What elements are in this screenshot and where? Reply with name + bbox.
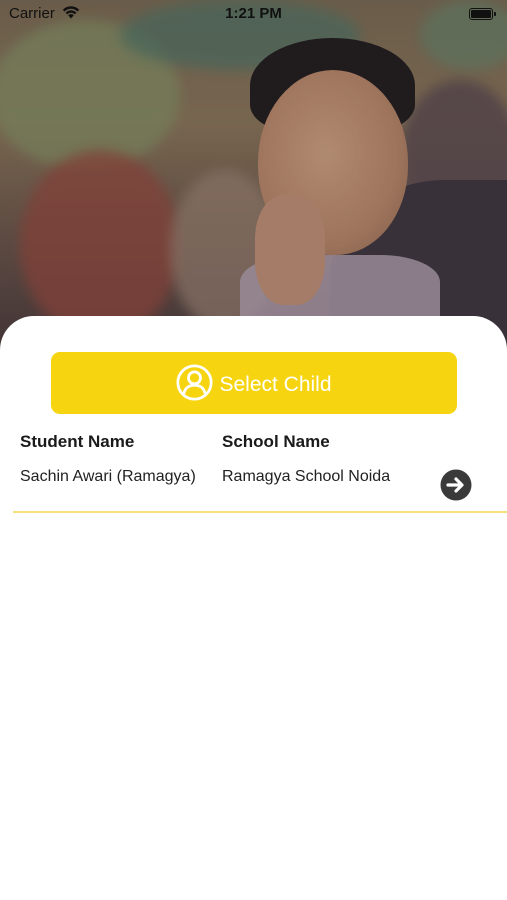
student-name-cell: Sachin Awari (Ramagya) — [20, 468, 196, 485]
child-selection-card: Select Child Student Name School Name Sa… — [0, 316, 507, 900]
select-child-button[interactable]: Select Child — [51, 352, 457, 414]
clock: 1:21 PM — [225, 5, 282, 22]
school-name-cell: Ramagya School Noida — [222, 468, 391, 485]
hero-photo — [0, 0, 507, 350]
student-name-header: Student Name — [20, 432, 135, 451]
school-name-header: School Name — [222, 432, 330, 451]
select-child-label: Select Child — [219, 372, 332, 396]
status-bar: Carrier 1:21 PM — [0, 0, 507, 28]
table-row[interactable]: Sachin Awari (Ramagya) Ramagya School No… — [13, 456, 507, 513]
arrow-right-circle-icon[interactable] — [440, 469, 472, 501]
battery-icon — [469, 8, 496, 20]
user-circle-icon — [176, 363, 214, 401]
